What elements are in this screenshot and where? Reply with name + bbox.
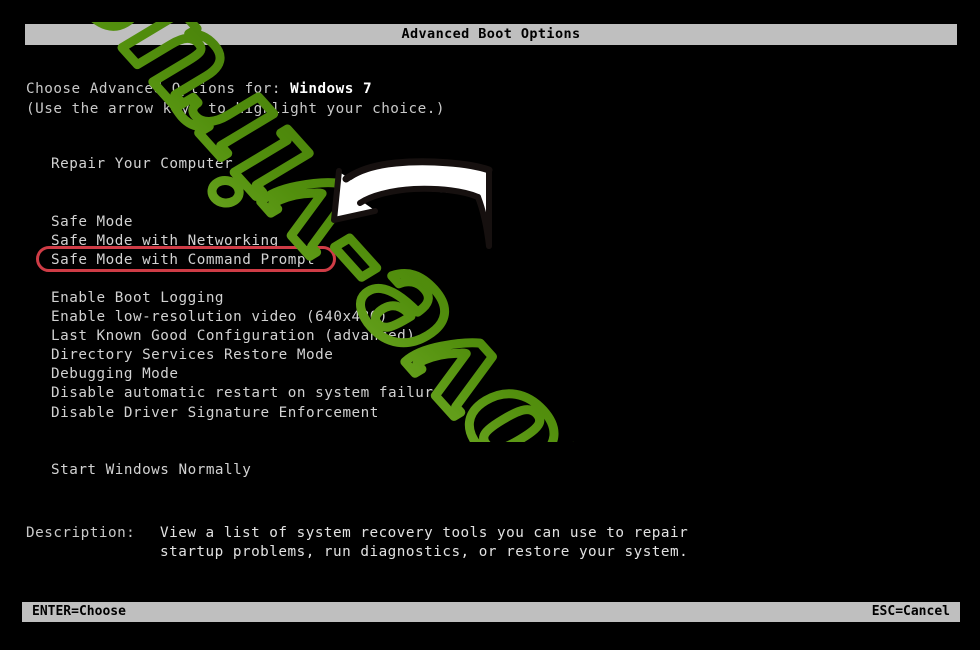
status-enter-choose: ENTER=Choose bbox=[32, 604, 126, 619]
menu-item-disable-driver-signature-enforcement[interactable]: Disable Driver Signature Enforcement bbox=[51, 404, 379, 424]
menu-item-repair-your-computer[interactable]: Repair Your Computer bbox=[51, 155, 233, 175]
menu-item-enable-boot-logging[interactable]: Enable Boot Logging bbox=[51, 289, 224, 309]
menu-item-last-known-good-configuration[interactable]: Last Known Good Configuration (advanced) bbox=[51, 327, 415, 347]
console-text-area: Choose Advanced Options for: Windows 7 (… bbox=[0, 0, 980, 650]
menu-item-disable-automatic-restart[interactable]: Disable automatic restart on system fail… bbox=[51, 384, 443, 404]
choose-options-prefix: Choose Advanced Options for: bbox=[26, 81, 291, 97]
description-line-1: View a list of system recovery tools you… bbox=[160, 525, 689, 541]
menu-item-directory-services-restore-mode[interactable]: Directory Services Restore Mode bbox=[51, 346, 333, 366]
menu-item-debugging-mode[interactable]: Debugging Mode bbox=[51, 365, 179, 385]
menu-item-safe-mode[interactable]: Safe Mode bbox=[51, 213, 133, 233]
menu-item-safe-mode-with-networking[interactable]: Safe Mode with Networking bbox=[51, 232, 279, 252]
choose-options-line: Choose Advanced Options for: Windows 7 bbox=[26, 80, 372, 100]
menu-item-enable-low-resolution-video[interactable]: Enable low-resolution video (640x480) bbox=[51, 308, 388, 328]
os-name-label: Windows 7 bbox=[290, 81, 373, 97]
advanced-boot-options-screen: Advanced Boot Options Choose Advanced Op… bbox=[0, 0, 980, 650]
status-esc-cancel: ESC=Cancel bbox=[871, 604, 950, 619]
status-bar: ENTER=Choose ESC=Cancel bbox=[22, 602, 960, 622]
arrow-keys-hint: (Use the arrow keys to highlight your ch… bbox=[26, 101, 445, 117]
menu-item-start-windows-normally[interactable]: Start Windows Normally bbox=[51, 461, 251, 481]
description-line-2: startup problems, run diagnostics, or re… bbox=[160, 544, 689, 560]
menu-item-safe-mode-with-command-prompt[interactable]: Safe Mode with Command Prompt bbox=[51, 251, 315, 271]
description-label: Description: bbox=[26, 525, 136, 541]
